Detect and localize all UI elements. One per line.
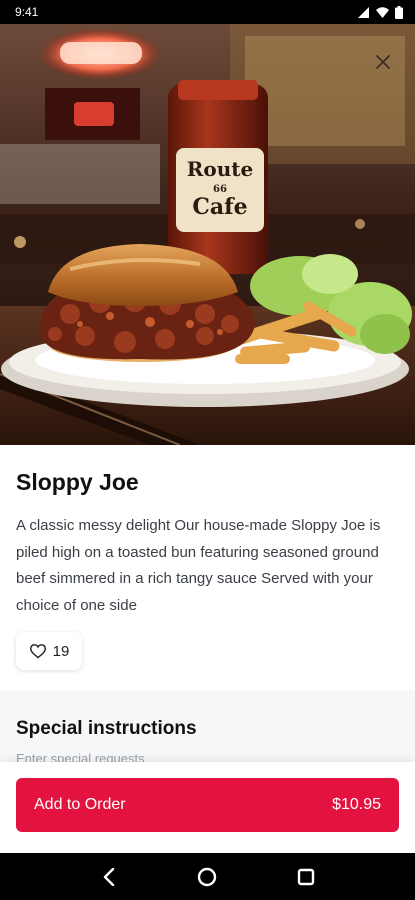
close-button[interactable] bbox=[369, 48, 397, 76]
special-instructions-title: Special instructions bbox=[16, 718, 197, 739]
status-bar: 9:41 bbox=[0, 0, 415, 24]
item-description: A classic messy delight Our house-made S… bbox=[16, 517, 381, 614]
jar-label-line3: Cafe bbox=[192, 194, 247, 220]
order-price: $10.95 bbox=[332, 796, 381, 813]
wifi-icon bbox=[376, 6, 389, 18]
nav-recents-button[interactable] bbox=[291, 862, 321, 892]
close-icon bbox=[376, 55, 390, 69]
like-count: 19 bbox=[52, 642, 70, 660]
heart-icon bbox=[29, 644, 46, 659]
hero-image: Route 66 Cafe bbox=[0, 24, 415, 445]
status-time: 9:41 bbox=[15, 5, 39, 19]
battery-icon bbox=[395, 5, 403, 19]
status-icons bbox=[358, 5, 403, 19]
jar-label-line1: Route bbox=[187, 157, 253, 181]
recents-square-icon bbox=[297, 868, 315, 885]
add-to-order-label: Add to Order bbox=[34, 796, 126, 813]
food-photo: Route 66 Cafe bbox=[0, 24, 415, 445]
add-to-order-button[interactable]: Add to Order $10.95 bbox=[16, 778, 399, 832]
nav-back-button[interactable] bbox=[94, 862, 124, 892]
item-title: Sloppy Joe bbox=[16, 469, 139, 495]
home-circle-icon bbox=[198, 867, 217, 886]
system-nav-bar bbox=[0, 853, 415, 900]
signal-icon bbox=[358, 6, 370, 18]
bottom-action-bar: Add to Order $10.95 bbox=[0, 762, 415, 853]
like-button[interactable]: 19 bbox=[16, 632, 82, 670]
back-icon bbox=[103, 867, 115, 886]
nav-home-button[interactable] bbox=[192, 862, 222, 892]
